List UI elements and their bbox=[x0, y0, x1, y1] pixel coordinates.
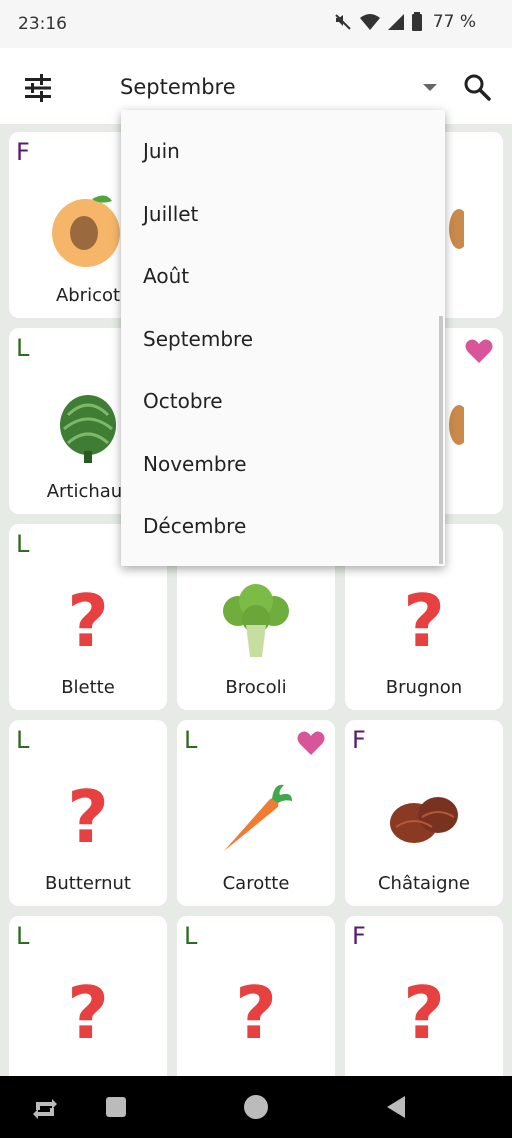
broccoli-icon bbox=[216, 576, 296, 666]
dropdown-option[interactable]: Octobre bbox=[121, 370, 445, 432]
battery-icon bbox=[411, 12, 422, 31]
produce-name: Brugnon bbox=[385, 677, 463, 698]
month-dropdown-menu: Juin Juillet Août Septembre Octobre Novembre D… bbox=[121, 110, 445, 566]
wifi-icon bbox=[359, 14, 380, 30]
question-mark-icon: ? bbox=[403, 579, 445, 663]
carrot-icon bbox=[216, 772, 296, 862]
artichoke-icon bbox=[48, 380, 128, 470]
vegetable-badge: L bbox=[16, 530, 30, 558]
tune-icon[interactable] bbox=[22, 72, 54, 104]
question-mark-icon: ? bbox=[67, 971, 109, 1055]
mute-icon bbox=[335, 14, 351, 30]
produce-name: Châtaigne bbox=[377, 873, 470, 894]
rotate-icon[interactable] bbox=[30, 1092, 60, 1122]
produce-card[interactable]: L? bbox=[177, 916, 335, 1076]
vegetable-badge: L bbox=[184, 726, 198, 754]
produce-name: Butternut bbox=[45, 873, 131, 894]
produce-card[interactable]: L? bbox=[9, 916, 167, 1076]
heart-icon[interactable] bbox=[465, 338, 493, 364]
question-mark-icon: ? bbox=[403, 971, 445, 1055]
month-select-value: Septembre bbox=[120, 75, 236, 99]
produce-name: Blette bbox=[61, 677, 115, 698]
status-time: 23:16 bbox=[18, 14, 67, 34]
battery-level: 77 % bbox=[432, 12, 476, 32]
home-icon[interactable] bbox=[241, 1092, 271, 1122]
status-bar: 23:16 77 % bbox=[0, 0, 512, 48]
question-mark-icon: ? bbox=[235, 971, 277, 1055]
vegetable-badge: L bbox=[184, 922, 198, 950]
dropdown-option[interactable]: Juin bbox=[121, 120, 445, 182]
vegetable-badge: L bbox=[16, 334, 30, 362]
back-icon[interactable] bbox=[381, 1092, 411, 1122]
produce-card[interactable]: L Carotte bbox=[177, 720, 335, 906]
chestnut-icon bbox=[384, 772, 464, 862]
question-mark-icon: ? bbox=[67, 579, 109, 663]
apricot-icon bbox=[48, 184, 128, 274]
dropdown-option[interactable]: Juillet bbox=[121, 183, 445, 245]
heart-icon[interactable] bbox=[297, 730, 325, 756]
month-select[interactable]: Septembre bbox=[120, 68, 445, 108]
produce-card[interactable]: L? Butternut bbox=[9, 720, 167, 906]
produce-card[interactable]: F Châtaigne bbox=[345, 720, 503, 906]
navigation-bar bbox=[0, 1076, 512, 1138]
vegetable-badge: L bbox=[16, 726, 30, 754]
dropdown-option[interactable]: Décembre bbox=[121, 495, 445, 557]
signal-icon bbox=[387, 14, 404, 30]
chevron-down-icon bbox=[423, 84, 437, 91]
produce-name: Carotte bbox=[222, 873, 290, 894]
fruit-badge: F bbox=[352, 726, 366, 754]
dropdown-option[interactable]: Août bbox=[121, 245, 445, 307]
recents-icon[interactable] bbox=[101, 1092, 131, 1122]
dropdown-option[interactable]: Novembre bbox=[121, 433, 445, 495]
status-icons: 77 % bbox=[333, 12, 476, 32]
search-icon[interactable] bbox=[462, 72, 492, 102]
produce-card[interactable]: F? bbox=[345, 916, 503, 1076]
produce-name: Brocoli bbox=[225, 677, 287, 698]
fruit-badge: F bbox=[16, 138, 30, 166]
dropdown-option[interactable]: Septembre bbox=[121, 308, 445, 370]
vegetable-badge: L bbox=[16, 922, 30, 950]
fruit-badge: F bbox=[352, 922, 366, 950]
question-mark-icon: ? bbox=[67, 775, 109, 859]
